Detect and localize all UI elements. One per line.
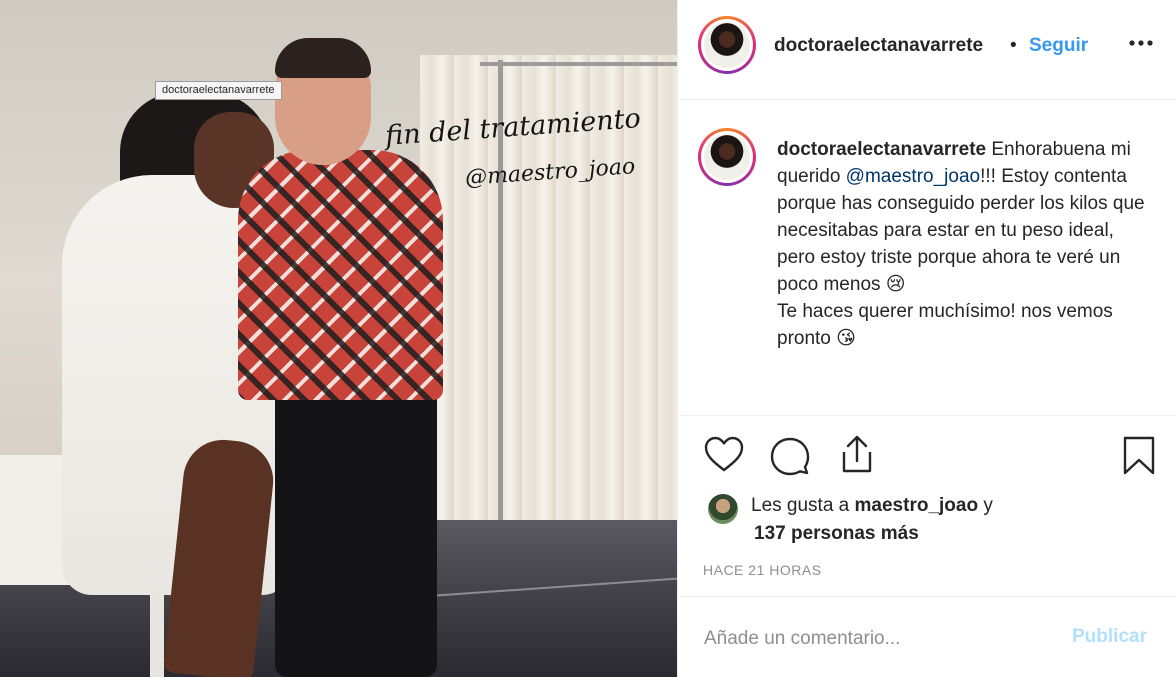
post-caption: doctoraelectanavarrete Enhorabuena mi qu… — [678, 100, 1176, 416]
caption-avatar[interactable] — [698, 128, 756, 186]
caption-text: doctoraelectanavarrete Enhorabuena mi qu… — [777, 136, 1157, 352]
author-avatar[interactable] — [698, 16, 756, 74]
author-username[interactable]: doctoraelectanavarrete — [774, 35, 983, 57]
post-actions: Les gusta a maestro_joao y 137 personas … — [678, 416, 1176, 596]
photo-screen-rail — [480, 62, 677, 66]
likes-prefix: Les gusta a — [751, 495, 855, 516]
add-comment-section: Publicar — [678, 596, 1176, 677]
share-icon[interactable] — [836, 434, 876, 474]
post-side-panel: doctoraelectanavarrete • Seguir doctorae… — [677, 0, 1176, 677]
more-horizontal-icon[interactable] — [1126, 28, 1156, 58]
post-timestamp[interactable]: HACE 21 HORAS — [703, 562, 822, 578]
header-separator: • — [1010, 35, 1017, 56]
liker-username[interactable]: maestro_joao — [855, 495, 979, 516]
heart-icon[interactable] — [704, 436, 744, 474]
follow-button[interactable]: Seguir — [1029, 35, 1088, 57]
photo-user-tag[interactable]: doctoraelectanavarrete — [155, 81, 282, 100]
publish-button[interactable]: Publicar — [1072, 626, 1147, 648]
caption-username[interactable]: doctoraelectanavarrete — [777, 139, 986, 160]
likes-count-link[interactable]: 137 personas más — [754, 520, 919, 548]
photo-man-pants — [275, 380, 437, 677]
photo-man-hair — [275, 38, 371, 78]
bookmark-icon[interactable] — [1121, 436, 1157, 476]
likes-line-1: Les gusta a maestro_joao y — [751, 492, 993, 520]
likes-suffix: y — [978, 495, 993, 516]
photo-man-shirt — [238, 150, 443, 400]
post-photo[interactable]: fin del tratamiento @maestro_joao doctor… — [0, 0, 677, 677]
comment-input[interactable] — [704, 625, 1044, 653]
liker-avatar[interactable] — [708, 494, 738, 524]
caption-text-part3: Te haces querer muchísimo! nos vemos pro… — [777, 301, 1113, 349]
post-header: doctoraelectanavarrete • Seguir — [678, 0, 1176, 100]
comment-icon[interactable] — [770, 436, 810, 476]
caption-mention-link[interactable]: @maestro_joao — [846, 166, 980, 187]
